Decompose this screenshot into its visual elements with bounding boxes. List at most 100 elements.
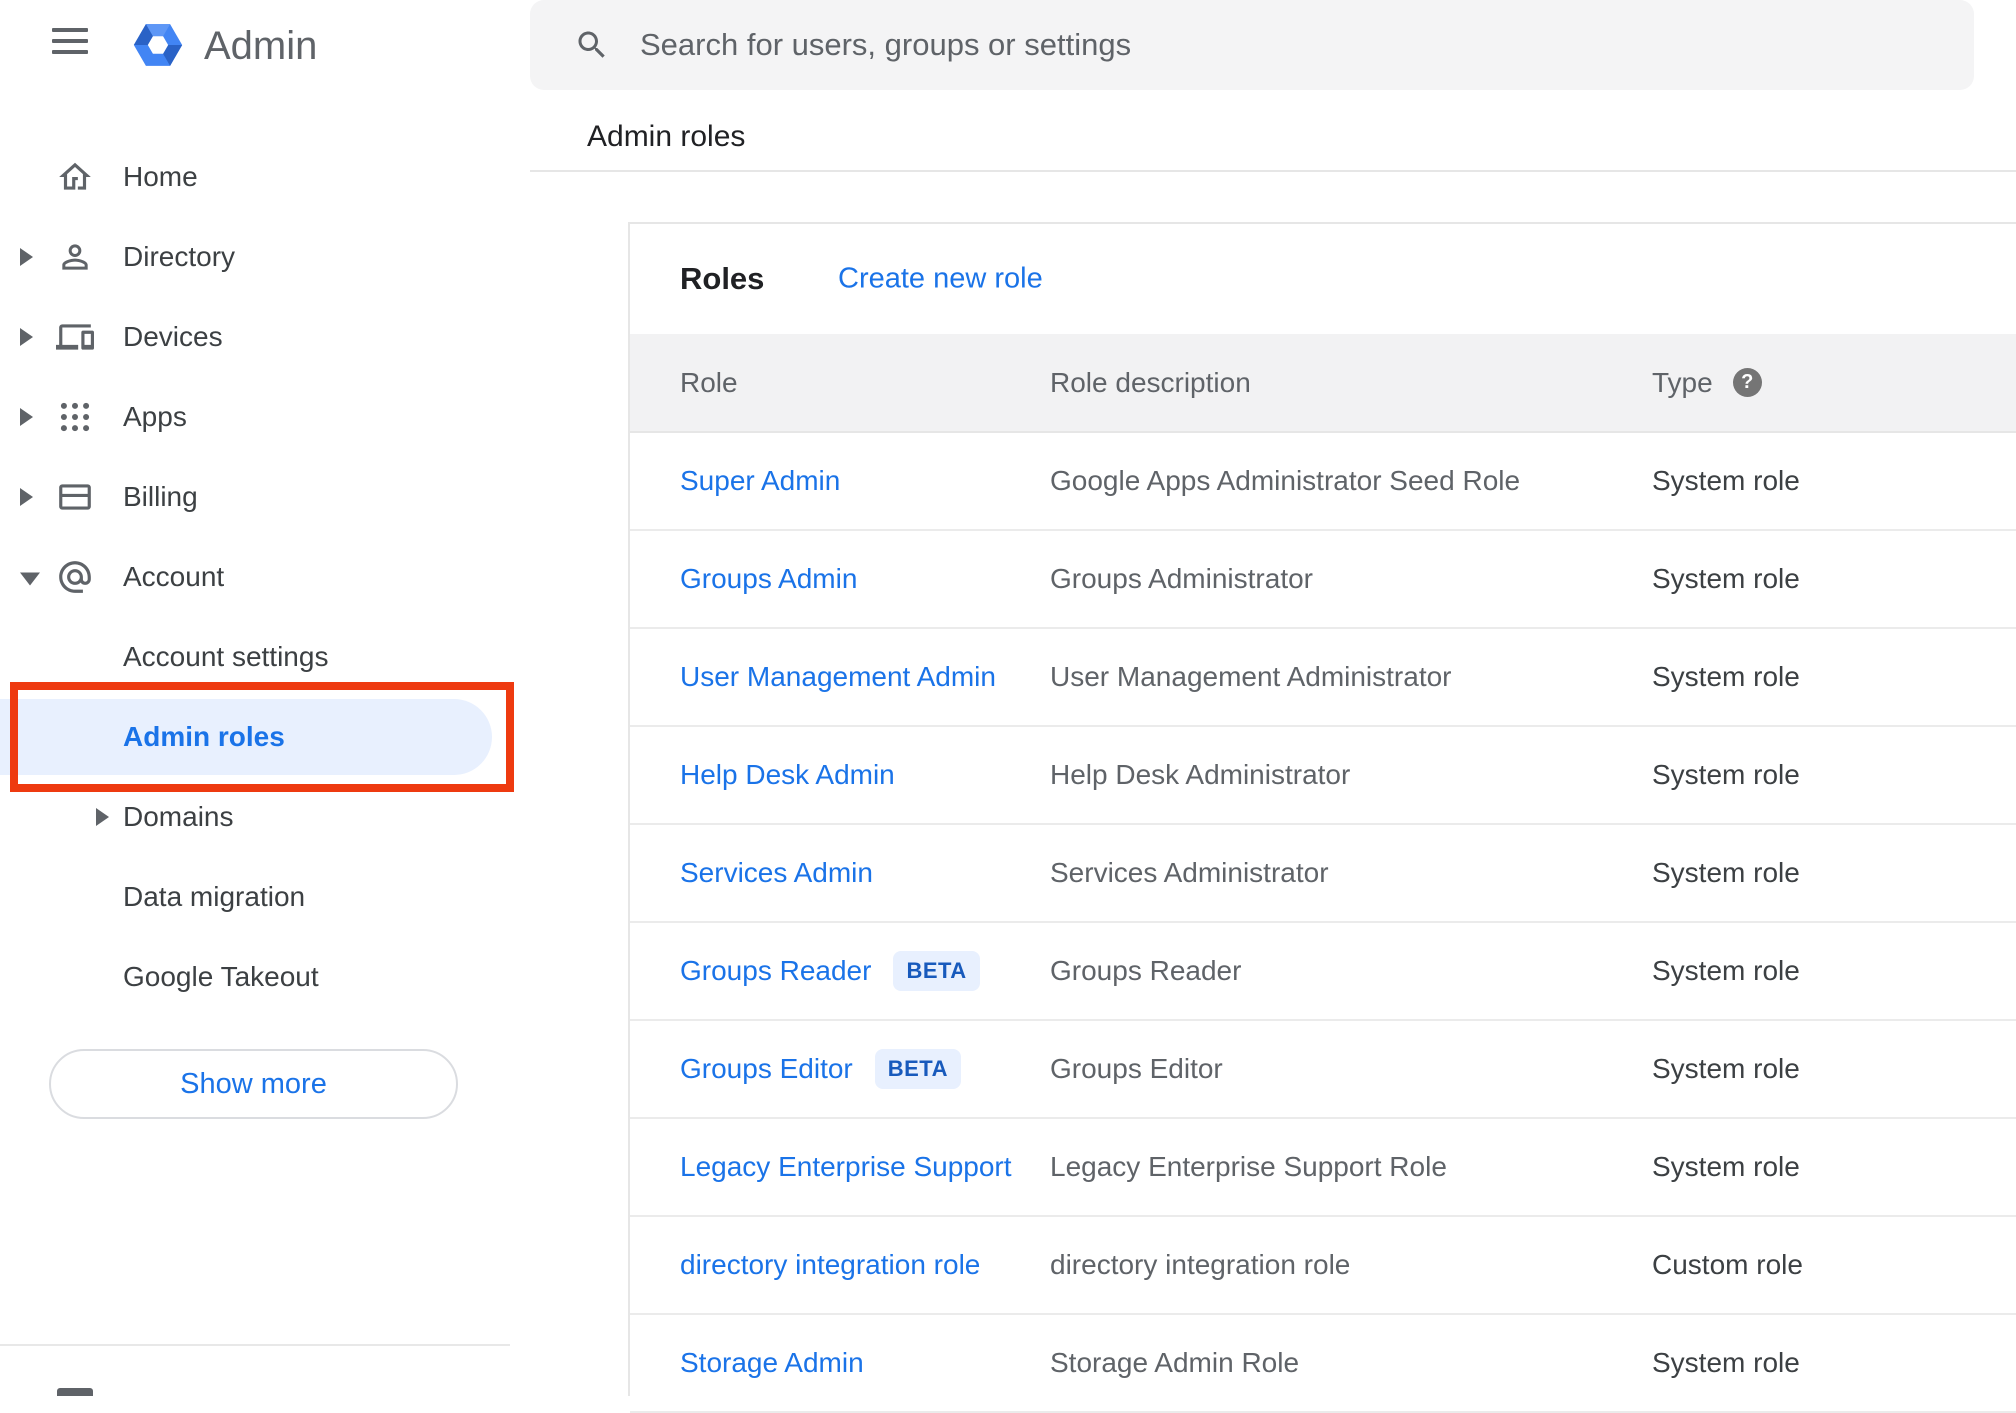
sidebar-item-label: Google Takeout <box>123 961 319 992</box>
role-description: Groups Reader <box>1050 955 1242 986</box>
breadcrumb: Admin roles <box>587 120 746 153</box>
apps-icon <box>56 398 94 436</box>
role-type: System role <box>1652 1347 1800 1378</box>
table-row: Groups Admin Groups Administrator System… <box>630 531 2016 629</box>
sidebar-item-home[interactable]: Home <box>0 137 530 217</box>
role-description: Groups Editor <box>1050 1053 1223 1084</box>
search-bar <box>530 0 1974 90</box>
sidebar-item-label: Admin roles <box>123 721 285 752</box>
header-divider <box>530 170 2016 172</box>
sidebar-nav: Home Directory Devices Apps Billing Acco… <box>0 137 530 1017</box>
beta-badge: BETA <box>874 1049 962 1089</box>
role-type: System role <box>1652 857 1800 888</box>
roles-title: Roles <box>680 261 765 296</box>
roles-panel-header: Roles Create new role <box>630 224 2016 334</box>
chevron-right-icon[interactable] <box>20 328 33 346</box>
column-header-type: Type ? <box>1652 367 2016 399</box>
role-link[interactable]: directory integration role <box>680 1249 980 1281</box>
sidebar-item-label: Account <box>123 561 225 592</box>
sidebar-item-billing[interactable]: Billing <box>0 457 530 537</box>
home-icon <box>56 158 94 196</box>
cutoff-menu-icon <box>57 1388 93 1396</box>
chevron-down-icon[interactable] <box>20 572 40 586</box>
table-row: User Management Admin User Management Ad… <box>630 629 2016 727</box>
sidebar-item-data-migration[interactable]: Data migration <box>0 857 530 937</box>
chevron-right-icon[interactable] <box>20 488 33 506</box>
column-header-description: Role description <box>1050 366 1251 398</box>
sidebar-item-label: Directory <box>123 241 236 272</box>
table-row: Super Admin Google Apps Administrator Se… <box>630 433 2016 531</box>
sidebar-item-admin-roles[interactable]: Admin roles <box>0 697 530 777</box>
role-link[interactable]: User Management Admin <box>680 661 996 693</box>
sidebar-item-label: Account settings <box>123 641 329 672</box>
role-type: System role <box>1652 465 1800 496</box>
search-icon <box>574 27 610 63</box>
role-description: Storage Admin Role <box>1050 1347 1300 1378</box>
help-icon[interactable]: ? <box>1732 368 1762 397</box>
hamburger-menu-icon[interactable] <box>52 28 88 56</box>
chevron-right-icon[interactable] <box>96 808 109 826</box>
role-type: System role <box>1652 563 1800 594</box>
card-icon <box>56 478 94 516</box>
chevron-right-icon[interactable] <box>20 408 33 426</box>
role-link[interactable]: Groups Reader <box>680 955 871 987</box>
search-input[interactable] <box>638 26 1944 64</box>
role-description: Google Apps Administrator Seed Role <box>1050 465 1521 496</box>
roles-table-header: Role Role description Type ? <box>630 334 2016 433</box>
role-type: System role <box>1652 955 1800 986</box>
table-row: directory integration role directory int… <box>630 1217 2016 1315</box>
sidebar-bottom-divider <box>0 1344 510 1346</box>
roles-table-body: Super Admin Google Apps Administrator Se… <box>630 433 2016 1413</box>
sidebar-item-account-settings[interactable]: Account settings <box>0 617 530 697</box>
role-link[interactable]: Storage Admin <box>680 1347 864 1379</box>
chevron-right-icon[interactable] <box>20 248 33 266</box>
role-description: User Management Administrator <box>1050 661 1452 692</box>
role-description: Help Desk Administrator <box>1050 759 1351 790</box>
role-type: System role <box>1652 759 1800 790</box>
beta-badge: BETA <box>893 951 980 991</box>
show-more-button[interactable]: Show more <box>49 1049 458 1119</box>
sidebar-item-label: Domains <box>123 801 234 832</box>
role-type: Custom role <box>1652 1249 1803 1280</box>
sidebar-item-label: Apps <box>123 401 187 432</box>
table-row: Services Admin Services Administrator Sy… <box>630 825 2016 923</box>
admin-hexagon-logo-icon <box>129 16 187 74</box>
role-link[interactable]: Legacy Enterprise Support <box>680 1151 1012 1183</box>
role-link[interactable]: Groups Admin <box>680 563 857 595</box>
create-new-role-link[interactable]: Create new role <box>838 263 1043 296</box>
role-type: System role <box>1652 1053 1800 1084</box>
table-row: Groups Editor BETA Groups Editor System … <box>630 1021 2016 1119</box>
sidebar-item-apps[interactable]: Apps <box>0 377 530 457</box>
sidebar-item-account[interactable]: Account <box>0 537 530 617</box>
sidebar-item-label: Home <box>123 161 198 192</box>
column-header-role: Role <box>680 366 738 398</box>
sidebar-item-google-takeout[interactable]: Google Takeout <box>0 937 530 1017</box>
role-link[interactable]: Services Admin <box>680 857 873 889</box>
table-row: Legacy Enterprise Support Legacy Enterpr… <box>630 1119 2016 1217</box>
role-description: Services Administrator <box>1050 857 1329 888</box>
sidebar-item-label: Data migration <box>123 881 306 912</box>
person-icon <box>56 238 94 276</box>
sidebar-item-label: Billing <box>123 481 198 512</box>
at-icon <box>56 558 94 596</box>
role-description: Legacy Enterprise Support Role <box>1050 1151 1447 1182</box>
role-type: System role <box>1652 661 1800 692</box>
sidebar-item-directory[interactable]: Directory <box>0 217 530 297</box>
table-row: Storage Admin Storage Admin Role System … <box>630 1315 2016 1413</box>
sidebar-item-domains[interactable]: Domains <box>0 777 530 857</box>
role-description: directory integration role <box>1050 1249 1351 1280</box>
table-row: Groups Reader BETA Groups Reader System … <box>630 923 2016 1021</box>
roles-card: Roles Create new role Role Role descript… <box>628 222 2016 1413</box>
devices-icon <box>56 318 94 356</box>
app-bar: Admin <box>0 0 530 110</box>
role-link[interactable]: Groups Editor <box>680 1053 853 1085</box>
table-row: Help Desk Admin Help Desk Administrator … <box>630 727 2016 825</box>
app-title: Admin <box>204 24 318 68</box>
role-description: Groups Administrator <box>1050 563 1313 594</box>
role-link[interactable]: Help Desk Admin <box>680 759 895 791</box>
sidebar-item-devices[interactable]: Devices <box>0 297 530 377</box>
sidebar-item-label: Devices <box>123 321 223 352</box>
role-type: System role <box>1652 1151 1800 1182</box>
role-link[interactable]: Super Admin <box>680 465 840 497</box>
column-header-type-label: Type <box>1652 366 1713 398</box>
